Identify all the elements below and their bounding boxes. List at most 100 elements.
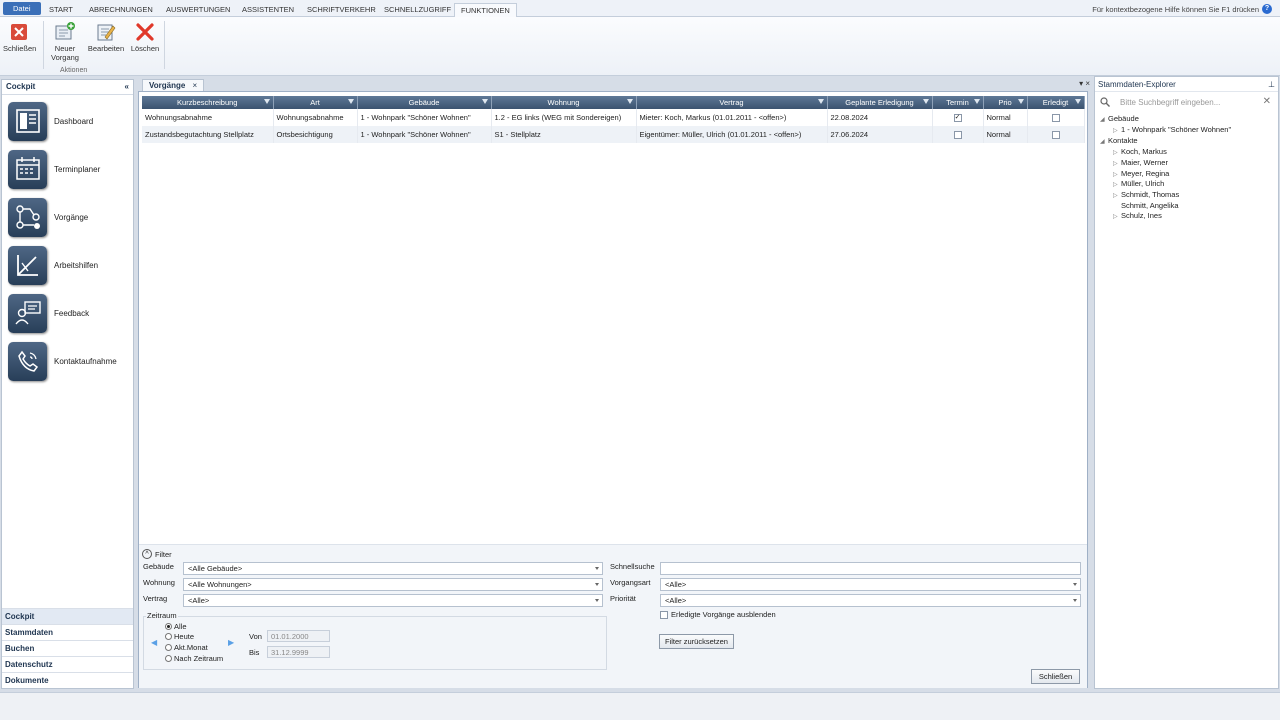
tree-node-gebaeude[interactable]: ◢ Gebäude bbox=[1100, 114, 1139, 123]
close-button[interactable]: Schließen bbox=[3, 20, 36, 53]
erledigte-ausblenden-checkbox[interactable] bbox=[660, 610, 668, 619]
col-header-geplante-erledigung[interactable]: Geplante Erledigung bbox=[827, 96, 933, 109]
filter-icon[interactable] bbox=[263, 99, 270, 104]
zeitraum-alle-radio[interactable]: Alle bbox=[165, 622, 187, 631]
filter-toggle[interactable]: ^ Filter bbox=[142, 549, 172, 559]
tree-node-contact[interactable]: ▷ Müller, Ulrich bbox=[1113, 179, 1164, 188]
collapsed-icon[interactable]: ▷ bbox=[1113, 160, 1121, 167]
filter-icon[interactable] bbox=[626, 99, 633, 104]
radio-label: Heute bbox=[174, 632, 195, 641]
pin-icon[interactable]: ⊥ bbox=[1268, 80, 1275, 89]
tree-node-contact[interactable]: ▷ Schmidt, Thomas bbox=[1113, 190, 1179, 199]
cockpit-item-dashboard[interactable]: Dashboard bbox=[8, 100, 128, 142]
tab-abrechnungen[interactable]: ABRECHNUNGEN bbox=[83, 3, 159, 17]
filter-icon[interactable] bbox=[1074, 99, 1081, 104]
cell-art: Ortsbesichtigung bbox=[273, 126, 358, 143]
cockpit-item-terminplaner[interactable]: Terminplaner bbox=[8, 148, 128, 190]
next-period-icon[interactable]: ▶ bbox=[228, 638, 234, 647]
doc-tab-vorgaenge[interactable]: Vorgänge × bbox=[142, 79, 205, 91]
erledigt-checkbox[interactable] bbox=[1051, 114, 1060, 122]
vorgangsart-select[interactable]: <Alle> bbox=[660, 578, 1081, 591]
schliessen-button[interactable]: Schließen bbox=[1031, 669, 1080, 684]
vertrag-select[interactable]: <Alle> bbox=[183, 594, 603, 607]
tree-node-contact[interactable]: ▷ Schulz, Ines bbox=[1113, 211, 1162, 220]
termin-checkbox[interactable] bbox=[953, 131, 962, 139]
expanded-icon[interactable]: ◢ bbox=[1100, 116, 1108, 123]
nav-section-cockpit[interactable]: Cockpit bbox=[2, 608, 133, 624]
filter-reset-button[interactable]: Filter zurücksetzen bbox=[659, 634, 734, 649]
col-header-prio[interactable]: Prio bbox=[983, 96, 1028, 109]
cockpit-item-arbeitshilfen[interactable]: Arbeitshilfen bbox=[8, 244, 128, 286]
tree-node-kontakte[interactable]: ◢ Kontakte bbox=[1100, 136, 1138, 145]
nav-section-dokumente[interactable]: Dokumente bbox=[2, 672, 133, 688]
col-header-art[interactable]: Art bbox=[273, 96, 358, 109]
cockpit-item-kontaktaufnahme[interactable]: Kontaktaufnahme bbox=[8, 340, 128, 382]
filter-icon[interactable] bbox=[347, 99, 354, 104]
collapsed-icon[interactable]: ▷ bbox=[1113, 171, 1121, 178]
explorer-search[interactable]: Bitte Suchbegriff eingeben... ✕ bbox=[1097, 94, 1276, 110]
collapsed-icon[interactable]: ▷ bbox=[1113, 192, 1121, 199]
cockpit-item-feedback[interactable]: Feedback bbox=[8, 292, 128, 334]
filter-icon[interactable] bbox=[1017, 99, 1024, 104]
delete-button[interactable]: Löschen bbox=[130, 20, 160, 53]
collapse-icon[interactable]: « bbox=[125, 82, 129, 92]
col-header-erledigt[interactable]: Erledigt bbox=[1027, 96, 1085, 109]
zeitraum-heute-radio[interactable]: Heute bbox=[165, 632, 194, 641]
tree-node-wohnpark[interactable]: ▷ 1 - Wohnpark "Schöner Wohnen" bbox=[1113, 125, 1231, 134]
tab-datei[interactable]: Datei bbox=[3, 2, 41, 15]
tree-node-contact[interactable]: ▷ Maier, Werner bbox=[1113, 158, 1168, 167]
col-header-wohnung[interactable]: Wohnung bbox=[491, 96, 637, 109]
tab-funktionen[interactable]: FUNKTIONEN bbox=[454, 3, 517, 18]
cell-prio: Normal bbox=[983, 109, 1028, 126]
filter-icon[interactable] bbox=[922, 99, 929, 104]
gebaeude-select[interactable]: <Alle Gebäude> bbox=[183, 562, 603, 575]
col-header-termin[interactable]: Termin bbox=[932, 96, 984, 109]
erledigte-ausblenden-option[interactable]: Erledigte Vorgänge ausblenden bbox=[660, 610, 776, 619]
zeitraum-aktmonat-radio[interactable]: Akt.Monat bbox=[165, 643, 208, 652]
radio-dot bbox=[165, 623, 172, 630]
tab-assistenten[interactable]: ASSISTENTEN bbox=[236, 3, 300, 17]
filter-icon[interactable] bbox=[481, 99, 488, 104]
col-header-gebaeude[interactable]: Gebäude bbox=[357, 96, 492, 109]
nav-section-buchen[interactable]: Buchen bbox=[2, 640, 133, 656]
tab-schriftverkehr[interactable]: SCHRIFTVERKEHR bbox=[301, 3, 382, 17]
search-input[interactable]: Bitte Suchbegriff eingeben... bbox=[1120, 98, 1220, 107]
table-row[interactable]: Wohnungsabnahme Wohnungsabnahme 1 - Wohn… bbox=[142, 109, 1085, 126]
tab-schnellzugriff[interactable]: SCHNELLZUGRIFF bbox=[378, 3, 457, 17]
wohnung-select[interactable]: <Alle Wohnungen> bbox=[183, 578, 603, 591]
clear-search-icon[interactable]: ✕ bbox=[1263, 96, 1271, 107]
col-header-vertrag[interactable]: Vertrag bbox=[636, 96, 828, 109]
new-task-button[interactable]: Neuer Vorgang bbox=[48, 20, 82, 62]
schnellsuche-input[interactable] bbox=[660, 562, 1081, 575]
erledigt-checkbox[interactable] bbox=[1051, 131, 1060, 139]
prev-period-icon[interactable]: ◀ bbox=[151, 638, 157, 647]
nav-section-datenschutz[interactable]: Datenschutz bbox=[2, 656, 133, 672]
filter-icon[interactable] bbox=[973, 99, 980, 104]
edit-button[interactable]: Bearbeiten bbox=[87, 20, 125, 53]
filter-icon[interactable] bbox=[817, 99, 824, 104]
zeitraum-nachzeitraum-radio[interactable]: Nach Zeitraum bbox=[165, 654, 223, 663]
collapsed-icon[interactable]: ▷ bbox=[1113, 149, 1121, 156]
expanded-icon[interactable]: ◢ bbox=[1100, 138, 1108, 145]
prioritaet-select[interactable]: <Alle> bbox=[660, 594, 1081, 607]
tree-node-contact[interactable]: ▷ Koch, Markus bbox=[1113, 147, 1167, 156]
doc-window-tools[interactable]: ▾ × bbox=[1079, 79, 1090, 88]
chevron-down-icon bbox=[1073, 583, 1077, 586]
col-header-kurzbeschreibung[interactable]: Kurzbeschreibung bbox=[142, 96, 274, 109]
collapsed-icon[interactable]: ▷ bbox=[1113, 181, 1121, 188]
cockpit-item-vorgaenge[interactable]: Vorgänge bbox=[8, 196, 128, 238]
collapsed-icon[interactable]: ▷ bbox=[1113, 127, 1121, 134]
doc-tab-close-icon[interactable]: × bbox=[193, 81, 198, 90]
tree-node-contact[interactable]: ▷ Meyer, Regina bbox=[1113, 169, 1169, 178]
nav-section-stammdaten[interactable]: Stammdaten bbox=[2, 624, 133, 640]
termin-checkbox[interactable]: ✓ bbox=[953, 114, 962, 122]
stammdaten-explorer: Stammdaten-Explorer ⊥ Bitte Suchbegriff … bbox=[1094, 76, 1279, 689]
tree-node-contact[interactable]: Schmitt, Angelika bbox=[1113, 201, 1179, 210]
table-row[interactable]: Zustandsbegutachtung Stellplatz Ortsbesi… bbox=[142, 126, 1085, 143]
tab-auswertungen[interactable]: AUSWERTUNGEN bbox=[160, 3, 236, 17]
bis-date-field: 31.12.9999 bbox=[267, 646, 330, 658]
tab-start[interactable]: START bbox=[43, 3, 79, 17]
prioritaet-label: Priorität bbox=[610, 594, 636, 603]
collapsed-icon[interactable]: ▷ bbox=[1113, 213, 1121, 220]
help-icon[interactable]: ? bbox=[1262, 4, 1272, 14]
